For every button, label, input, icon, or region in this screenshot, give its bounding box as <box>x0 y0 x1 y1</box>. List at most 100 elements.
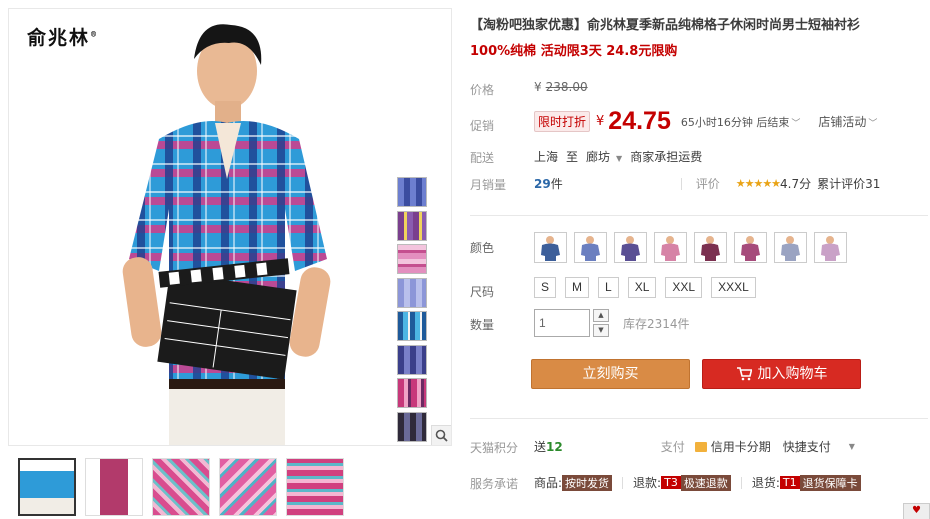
quantity-row: ▲ ▼ 库存2314件 <box>534 309 690 337</box>
model-photo <box>122 24 331 445</box>
section-divider <box>470 215 928 216</box>
monthly-sales-count: 29 <box>534 176 551 191</box>
size-option-xxxl[interactable]: XXXL <box>711 277 756 298</box>
promo-row: 限时打折 ¥ 24.75 65小时16分钟 后结束 ﹀ 店铺活动 ﹀ <box>534 107 877 136</box>
swatch-5[interactable] <box>397 311 427 341</box>
thumbnail-list <box>18 458 344 516</box>
thumbnail-3[interactable] <box>152 458 210 516</box>
points-give-word: 送 <box>534 440 547 454</box>
ship-from: 上海 <box>534 150 559 164</box>
thumbnail-5[interactable] <box>286 458 344 516</box>
size-option-xl[interactable]: XL <box>627 277 657 298</box>
divider-vertical <box>680 177 682 190</box>
quantity-input[interactable] <box>534 309 590 337</box>
fast-refund-badge[interactable]: 极速退款 <box>680 474 731 491</box>
quantity-label: 数量 <box>470 318 495 332</box>
promo-label: 促销 <box>470 119 495 133</box>
rating-score: 4.7分 <box>780 177 812 191</box>
countdown-timer[interactable]: 65小时16分钟 后结束 ﹀ <box>681 114 801 130</box>
color-option-thumb <box>741 236 760 261</box>
service-refund-word: 退款: <box>633 476 662 490</box>
color-option-thumb <box>621 236 640 261</box>
swatch-3[interactable] <box>397 244 427 274</box>
total-reviews-link[interactable]: 累计评价31 <box>817 175 880 192</box>
color-option-pink[interactable] <box>654 232 687 263</box>
original-price-row: ¥ 238.00 <box>534 80 588 94</box>
service-goods-word: 商品: <box>534 476 563 490</box>
chevron-down-icon: ﹀ <box>791 118 801 129</box>
credit-card-installment[interactable]: 信用卡分期 <box>711 438 771 455</box>
monthly-sales-unit: 件 <box>550 177 563 191</box>
divider-vertical <box>622 476 624 489</box>
caret-down-icon[interactable]: ▼ <box>849 442 855 451</box>
ship-to-word: 至 <box>566 150 579 164</box>
thumbnail-2[interactable] <box>85 458 143 516</box>
color-option-red-purple[interactable] <box>694 232 727 263</box>
divider-vertical <box>740 476 742 489</box>
increment-icon[interactable]: ▲ <box>593 309 609 322</box>
credit-card-icon <box>694 441 707 452</box>
swatch-1[interactable] <box>397 177 427 207</box>
color-option-lavender[interactable] <box>814 232 847 263</box>
points-value: 12 <box>546 439 563 454</box>
brand-logo: 俞兆林® <box>27 27 100 49</box>
currency-symbol: ¥ <box>534 80 542 94</box>
zoom-icon[interactable] <box>431 425 451 445</box>
thumbnail-4[interactable] <box>219 458 277 516</box>
thumbnail-1[interactable] <box>18 458 76 516</box>
promo-currency: ¥ <box>596 114 605 129</box>
size-option-l[interactable]: L <box>598 277 619 298</box>
color-options <box>534 232 854 263</box>
quantity-stepper: ▲ ▼ <box>593 309 609 337</box>
promo-price: 24.75 <box>608 107 671 135</box>
promo-tag: 限时打折 <box>534 111 591 132</box>
shipping-label: 配送 <box>470 151 495 165</box>
swatch-8[interactable] <box>397 411 427 442</box>
color-option-thumb <box>661 236 680 261</box>
swatch-7[interactable] <box>397 378 427 408</box>
monthly-sales-label: 月销量 <box>470 178 507 192</box>
color-option-grey-blue[interactable] <box>774 232 807 263</box>
swatch-4[interactable] <box>397 277 427 308</box>
caret-down-icon: ▼ <box>616 154 623 163</box>
cart-icon <box>736 367 752 381</box>
swatch-6[interactable] <box>397 344 427 375</box>
buy-now-button[interactable]: 立刻购买 <box>531 359 690 389</box>
color-option-thumb <box>781 236 800 261</box>
product-subtitle: 100%纯棉 活动限3天 24.8元限购 <box>470 44 678 59</box>
ontime-ship-badge[interactable]: 按时发货 <box>562 474 613 491</box>
size-option-xxl[interactable]: XXL <box>665 277 703 298</box>
size-option-m[interactable]: M <box>565 277 590 298</box>
color-option-thumb <box>701 236 720 261</box>
points-label: 天猫积分 <box>470 441 519 455</box>
decrement-icon[interactable]: ▼ <box>593 324 609 337</box>
service-label: 服务承诺 <box>470 477 519 491</box>
color-swatch-strip <box>397 177 429 445</box>
price-label: 价格 <box>470 83 495 97</box>
swatch-2[interactable] <box>397 210 427 241</box>
shop-activity-dropdown[interactable]: 店铺活动 ﹀ <box>818 113 877 130</box>
size-option-s[interactable]: S <box>534 277 557 298</box>
add-to-cart-label: 加入购物车 <box>757 366 828 382</box>
color-option-blue-navy[interactable] <box>534 232 567 263</box>
pay-label: 支付 <box>660 440 685 454</box>
color-option-magenta[interactable] <box>734 232 767 263</box>
original-price: 238.00 <box>545 80 588 94</box>
color-option-thumb <box>541 236 560 261</box>
add-to-cart-button[interactable]: 加入购物车 <box>702 359 861 389</box>
review-label: 评价 <box>695 177 720 191</box>
color-option-blue-purple[interactable] <box>614 232 647 263</box>
color-option-thumb <box>581 236 600 261</box>
color-option-blue-light[interactable] <box>574 232 607 263</box>
quick-pay[interactable]: 快捷支付 <box>783 438 831 455</box>
main-product-image[interactable]: 俞兆林® <box>8 8 452 446</box>
color-option-thumb <box>821 236 840 261</box>
return-guarantee-badge[interactable]: 退货保障卡 <box>799 474 861 491</box>
favorite-heart-icon[interactable]: ♥ <box>903 503 930 519</box>
color-label: 颜色 <box>470 241 495 255</box>
rating-stars-icon: ★★★★★ <box>735 177 781 190</box>
size-options: S M L XL XXL XXXL <box>534 277 765 298</box>
return-prefix-badge: T1 <box>779 476 800 489</box>
product-title: 【淘粉吧独家优惠】俞兆林夏季新品纯棉格子休闲时尚男士短袖衬衫 <box>470 18 861 33</box>
ship-destination-select[interactable]: 廊坊 ▼ <box>586 148 622 165</box>
